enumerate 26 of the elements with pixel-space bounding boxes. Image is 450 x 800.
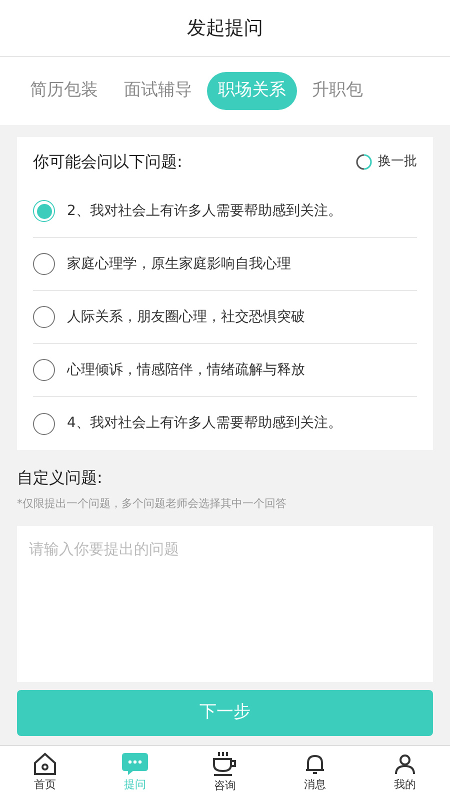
nav-tab[interactable]: 我的 — [360, 746, 450, 800]
question-option[interactable]: 4、我对社会上有许多人需要帮助感到关注。 — [67, 413, 342, 434]
radio-button[interactable] — [33, 200, 55, 222]
person-icon — [393, 752, 417, 776]
cup-icon — [211, 751, 239, 778]
question-option[interactable]: 人际关系，朋友圈心理，社交恐惧突破 — [67, 306, 305, 328]
section-title: 自定义问题: — [17, 467, 104, 489]
page-title: 发起提问 — [187, 16, 263, 41]
refresh-button[interactable]: 换一批 — [355, 152, 417, 172]
chat-bubble-icon — [121, 752, 149, 776]
section-title: 你可能会问以下问题: — [33, 151, 182, 173]
note-text: *仅限提出一个问题，多个问题老师会选择其中一个回答 — [17, 496, 288, 512]
nav-tab[interactable]: 首页 — [0, 746, 90, 800]
home-icon — [32, 752, 58, 776]
radio-button[interactable] — [33, 306, 55, 328]
nav-tab[interactable]: 消息 — [270, 746, 360, 800]
question-input[interactable]: 请输入你要提出的问题 — [17, 526, 433, 682]
question-option[interactable]: 2、我对社会上有许多人需要帮助感到关注。 — [67, 200, 342, 222]
question-option[interactable]: 心理倾诉，情感陪伴，情绪疏解与释放 — [67, 360, 305, 380]
radio-button[interactable] — [33, 412, 55, 434]
radio-button[interactable] — [33, 253, 55, 275]
question-option[interactable]: 家庭心理学，原生家庭影响自我心理 — [67, 254, 291, 274]
radio-button[interactable] — [33, 359, 55, 381]
bell-icon — [303, 752, 327, 776]
nav-tab[interactable]: 咨询 — [180, 746, 270, 800]
refresh-icon — [355, 153, 373, 171]
